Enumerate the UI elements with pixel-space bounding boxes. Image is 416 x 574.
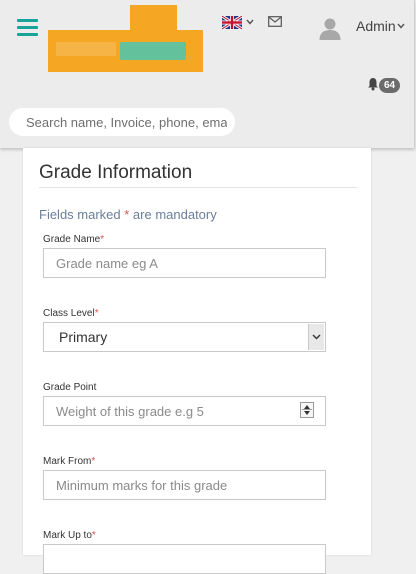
menu-icon[interactable] (17, 18, 38, 38)
class-level-value: Primary (59, 329, 108, 345)
chevron-down-icon (312, 334, 321, 340)
logo-blurred-badge (120, 42, 186, 60)
search-input[interactable] (9, 108, 235, 136)
mail-icon[interactable] (268, 16, 282, 27)
mark-up-to-label: Mark Up to* (43, 530, 96, 541)
admin-menu[interactable]: Admin (356, 18, 396, 34)
chevron-down-icon[interactable] (397, 23, 405, 29)
class-level-select[interactable]: Primary (43, 322, 326, 352)
logo-blurred-text (56, 42, 116, 56)
logo (48, 30, 203, 72)
top-header: Admin 64 (0, 0, 415, 148)
bell-icon[interactable] (366, 77, 380, 91)
grade-point-input[interactable] (43, 396, 326, 426)
spinner-icon[interactable] (300, 402, 314, 418)
user-icon[interactable] (318, 16, 342, 40)
notification-count-badge[interactable]: 64 (379, 78, 401, 93)
page-title: Grade Information (39, 162, 193, 183)
mandatory-note: Fields marked * are mandatory (39, 207, 217, 222)
mark-from-input[interactable] (43, 470, 326, 500)
grade-point-label: Grade Point (43, 382, 97, 393)
logo-fragment (130, 5, 177, 32)
class-level-label: Class Level* (43, 308, 99, 319)
grade-name-label: Grade Name* (43, 234, 105, 245)
mark-from-label: Mark From* (43, 456, 96, 467)
chevron-down-icon[interactable] (246, 19, 254, 25)
title-divider (39, 187, 357, 188)
mark-up-to-input[interactable] (43, 544, 326, 574)
grade-name-input[interactable] (43, 248, 326, 278)
uk-flag-icon[interactable] (222, 16, 242, 29)
select-dropdown-button[interactable] (308, 324, 324, 350)
